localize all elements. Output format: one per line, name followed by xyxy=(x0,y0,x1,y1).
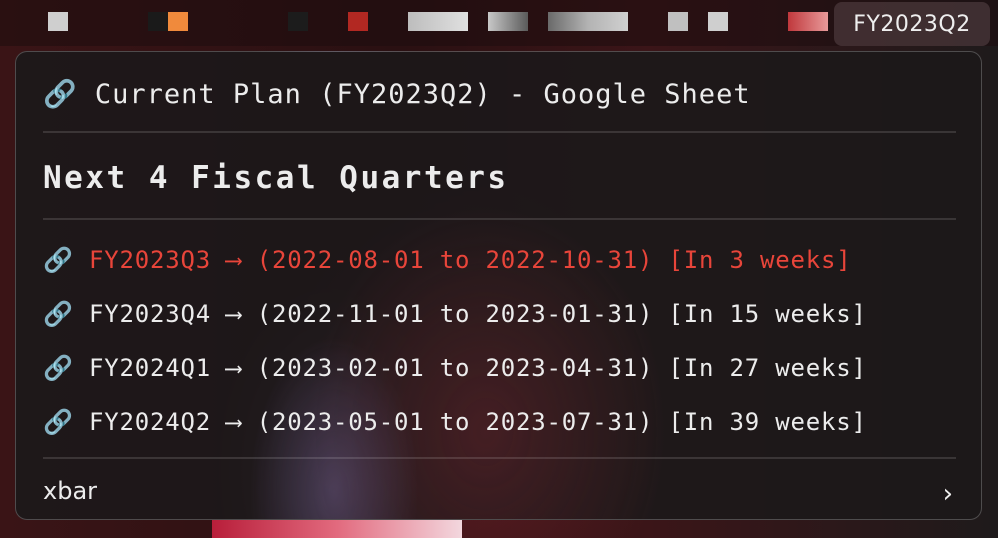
menubar-status-icon[interactable] xyxy=(168,12,188,31)
menubar-status-icon[interactable] xyxy=(708,12,728,31)
arrow-icon: ⟶ xyxy=(226,300,242,328)
menubar-status-icon[interactable] xyxy=(148,12,168,31)
quarter-name: FY2023Q3 xyxy=(89,246,211,274)
quarter-range: (2022-11-01 to 2023-01-31) xyxy=(256,300,654,328)
menubar-status-icon[interactable] xyxy=(488,12,528,31)
divider xyxy=(43,218,956,220)
menu-item-quarter[interactable]: 🔗 FY2023Q4 ⟶ (2022-11-01 to 2023-01-31) [… xyxy=(43,300,867,328)
menubar-status-icon[interactable] xyxy=(408,12,468,31)
arrow-icon: ⟶ xyxy=(226,246,242,274)
link-icon: 🔗 xyxy=(43,246,74,274)
link-icon: 🔗 xyxy=(43,354,74,382)
menu-item-quarter[interactable]: 🔗 FY2024Q2 ⟶ (2023-05-01 to 2023-07-31) [… xyxy=(43,408,867,436)
menubar-status-icon[interactable] xyxy=(348,12,368,31)
quarter-eta: [In 27 weeks] xyxy=(668,354,867,382)
quarter-eta: [In 39 weeks] xyxy=(668,408,867,436)
quarter-name: FY2024Q2 xyxy=(89,408,211,436)
link-icon: 🔗 xyxy=(43,300,74,328)
menubar-plugin-title[interactable]: FY2023Q2 xyxy=(834,2,990,46)
divider xyxy=(43,457,956,459)
menubar-status-icon[interactable] xyxy=(668,12,688,31)
menu-item-quarter[interactable]: 🔗 FY2024Q1 ⟶ (2023-02-01 to 2023-04-31) [… xyxy=(43,354,867,382)
divider xyxy=(43,131,956,133)
dropdown-menu: 🔗 Current Plan (FY2023Q2) - Google Sheet… xyxy=(15,51,982,520)
current-plan-label: 🔗 Current Plan (FY2023Q2) - Google Sheet xyxy=(43,79,751,110)
menubar-status-icon[interactable] xyxy=(788,12,828,31)
section-heading: Next 4 Fiscal Quarters xyxy=(43,160,509,196)
quarter-name: FY2023Q4 xyxy=(89,300,211,328)
menubar-status-icon[interactable] xyxy=(48,12,68,31)
quarter-range: (2022-08-01 to 2022-10-31) xyxy=(256,246,654,274)
arrow-icon: ⟶ xyxy=(226,354,242,382)
menu-item-xbar[interactable]: xbar xyxy=(43,477,97,505)
chevron-right-icon: › xyxy=(942,479,953,509)
menu-item-current-plan[interactable]: 🔗 Current Plan (FY2023Q2) - Google Sheet xyxy=(43,78,751,110)
quarter-eta: [In 3 weeks] xyxy=(668,246,852,274)
menu-item-quarter[interactable]: 🔗 FY2023Q3 ⟶ (2022-08-01 to 2022-10-31) [… xyxy=(43,246,851,274)
menu-bar: FY2023Q2 xyxy=(0,0,998,46)
menubar-status-icon[interactable] xyxy=(288,12,308,31)
link-icon: 🔗 xyxy=(43,408,74,436)
wallpaper-shape xyxy=(212,520,462,538)
quarter-range: (2023-05-01 to 2023-07-31) xyxy=(256,408,654,436)
arrow-icon: ⟶ xyxy=(226,408,242,436)
quarter-eta: [In 15 weeks] xyxy=(668,300,867,328)
quarter-name: FY2024Q1 xyxy=(89,354,211,382)
quarter-range: (2023-02-01 to 2023-04-31) xyxy=(256,354,654,382)
menubar-status-icon[interactable] xyxy=(548,12,628,31)
